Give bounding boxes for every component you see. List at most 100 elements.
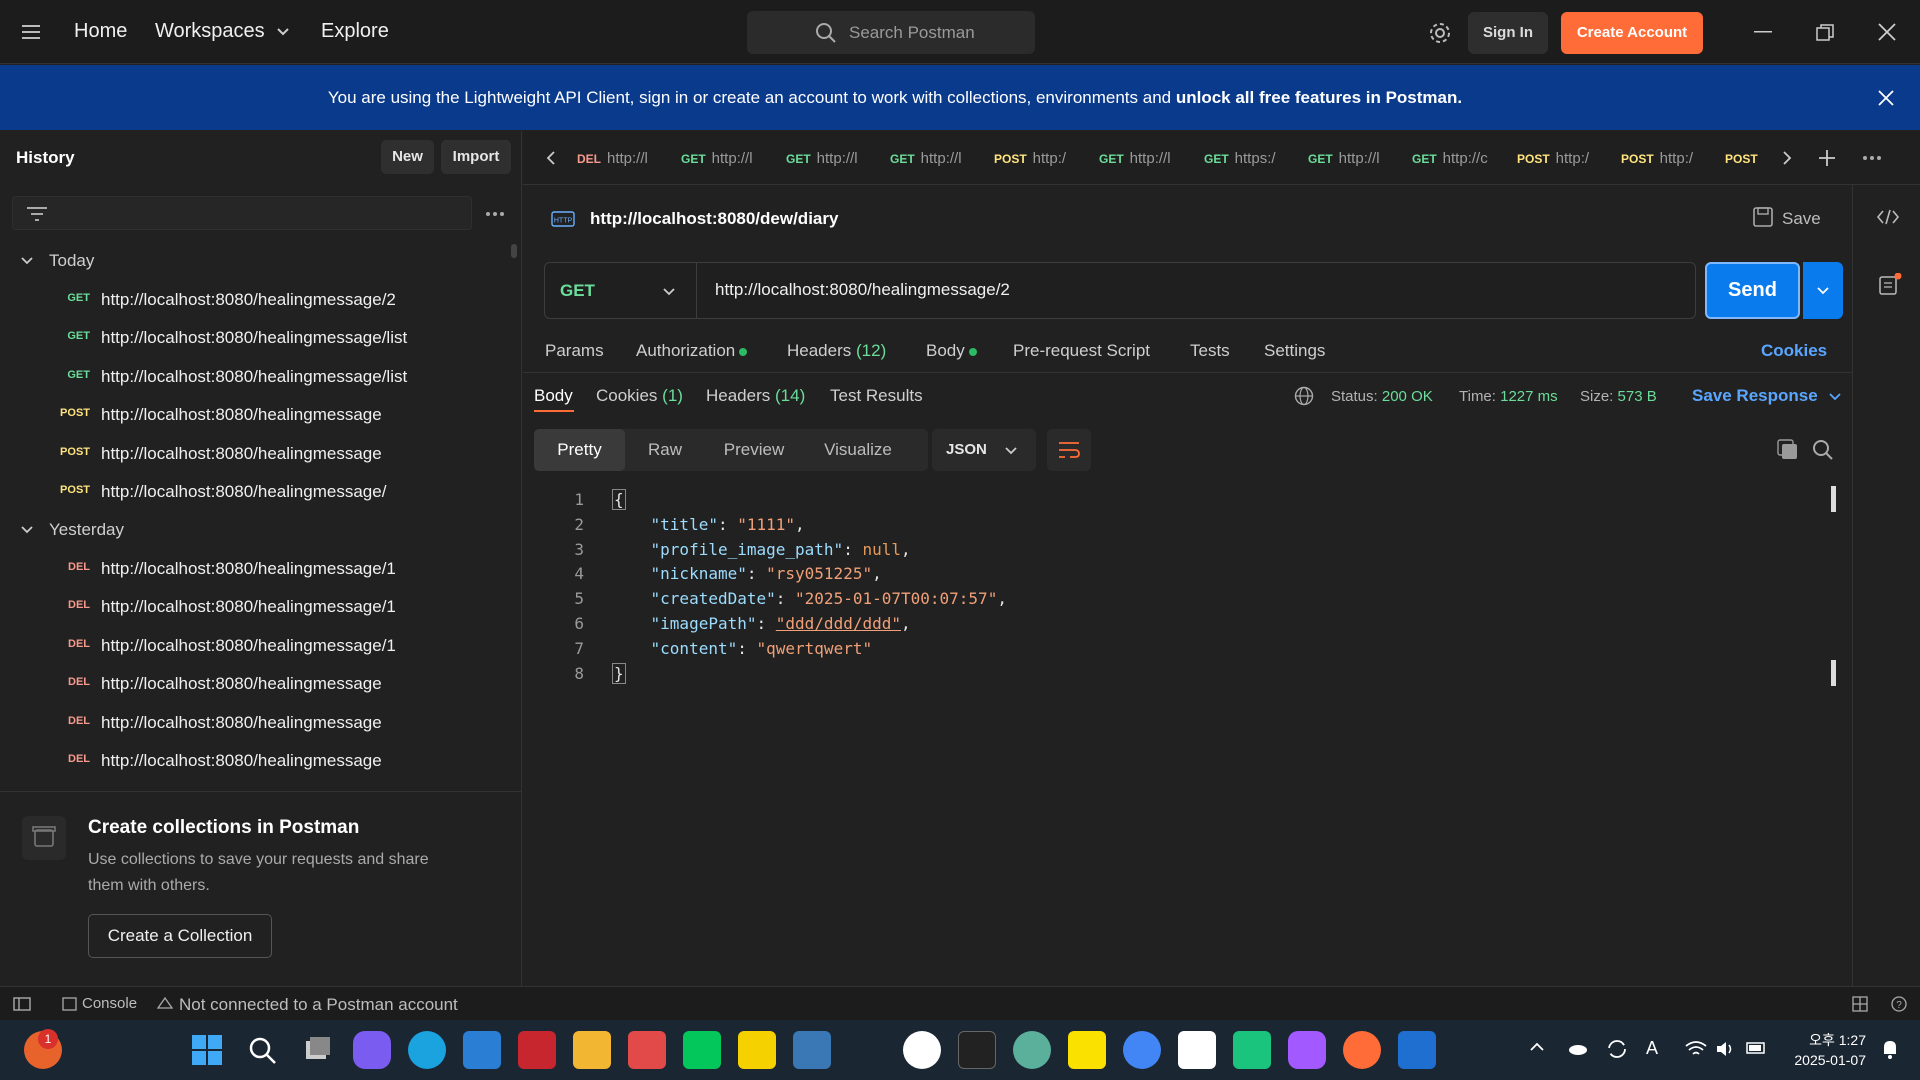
console-button[interactable]: Console <box>82 995 137 1012</box>
new-tab-plus-icon[interactable] <box>1818 149 1836 167</box>
volume-icon[interactable] <box>1715 1040 1737 1058</box>
settings-gear-icon[interactable] <box>1428 21 1452 45</box>
sticky-notes-icon[interactable] <box>738 1031 776 1069</box>
view-preview[interactable]: Preview <box>705 429 803 471</box>
request-tab[interactable]: GET http://l <box>786 150 868 167</box>
more-options-icon[interactable] <box>486 212 504 216</box>
request-tab[interactable]: GET http://l <box>1099 150 1181 167</box>
chevron-right-icon[interactable] <box>1782 151 1792 165</box>
url-input[interactable]: http://localhost:8080/healingmessage/2 <box>715 280 1010 300</box>
notification-bell-icon[interactable] <box>1880 1038 1900 1060</box>
send-options-button[interactable] <box>1803 262 1843 319</box>
request-tab[interactable]: DEL http://l <box>577 150 659 167</box>
save-icon[interactable] <box>1752 206 1774 228</box>
request-tab[interactable]: POST http:/ <box>1517 150 1599 167</box>
naver-icon[interactable] <box>683 1031 721 1069</box>
json-line[interactable]: "createdDate": "2025-01-07T00:07:57", <box>612 589 1007 608</box>
history-item[interactable]: POST http://localhost:8080/healingmessage… <box>0 473 510 511</box>
request-tab[interactable]: GET http://c <box>1412 150 1494 167</box>
request-tab[interactable]: GET http://l <box>1308 150 1390 167</box>
save-response-button[interactable]: Save Response <box>1692 386 1842 406</box>
json-line[interactable]: "content": "qwertqwert" <box>612 639 873 658</box>
chatgpt-icon[interactable] <box>1013 1031 1051 1069</box>
json-line[interactable]: "profile_image_path": null, <box>612 540 911 559</box>
method-select[interactable]: GET <box>545 263 697 318</box>
response-status[interactable]: Status: 200 OK <box>1331 388 1433 405</box>
save-button[interactable]: Save <box>1782 209 1821 229</box>
tray-chevron-up-icon[interactable] <box>1529 1042 1545 1052</box>
view-pretty[interactable]: Pretty <box>534 429 625 471</box>
response-tab-cookies[interactable]: Cookies (1) <box>596 386 683 406</box>
globe-icon[interactable] <box>1294 386 1314 406</box>
request-tab[interactable]: POST http:/ <box>1621 150 1703 167</box>
minimize-icon[interactable] <box>1754 31 1772 33</box>
search-icon[interactable] <box>243 1031 281 1069</box>
response-time[interactable]: Time: 1227 ms <box>1459 388 1558 405</box>
store-icon[interactable] <box>463 1031 501 1069</box>
chrome-icon[interactable] <box>1123 1031 1161 1069</box>
menu-icon[interactable] <box>22 24 42 40</box>
restore-icon[interactable] <box>1816 24 1834 42</box>
chevron-left-icon[interactable] <box>546 151 556 165</box>
notion-icon[interactable] <box>1178 1031 1216 1069</box>
google-icon[interactable] <box>903 1031 941 1069</box>
history-item[interactable]: DEL http://localhost:8080/healingmessage/… <box>0 550 510 588</box>
request-tab[interactable]: GET https:/ <box>1204 150 1286 167</box>
tab-tests[interactable]: Tests <box>1190 341 1230 361</box>
request-tab[interactable]: POST <box>1725 150 1765 167</box>
request-tab[interactable]: GET http://l <box>681 150 763 167</box>
tab-options-icon[interactable] <box>1863 156 1881 160</box>
start-icon[interactable] <box>188 1031 226 1069</box>
request-tab[interactable]: GET http://l <box>890 150 972 167</box>
history-item[interactable]: DEL http://localhost:8080/healingmessage/… <box>0 627 510 665</box>
share-app-icon[interactable] <box>1398 1031 1436 1069</box>
json-line[interactable]: "nickname": "rsy051225", <box>612 564 882 583</box>
copilot-icon[interactable] <box>353 1031 391 1069</box>
sidebar-scrollbar[interactable] <box>511 244 517 258</box>
sign-in-button[interactable]: Sign In <box>1468 12 1548 54</box>
json-line[interactable]: "imagePath": "ddd/ddd/ddd", <box>612 614 911 633</box>
history-group-yesterday[interactable]: Yesterday <box>49 520 124 540</box>
view-raw[interactable]: Raw <box>625 429 705 471</box>
tab-settings[interactable]: Settings <box>1264 341 1325 361</box>
history-filter-input[interactable] <box>12 196 472 230</box>
help-icon[interactable]: ? <box>1891 996 1907 1012</box>
copy-icon[interactable] <box>1777 439 1799 461</box>
app-icon[interactable] <box>518 1031 556 1069</box>
request-title[interactable]: http://localhost:8080/dew/diary <box>590 209 838 229</box>
sync-icon[interactable] <box>1606 1038 1628 1060</box>
kakaotalk-icon[interactable] <box>1068 1031 1106 1069</box>
file-explorer-icon[interactable] <box>573 1031 611 1069</box>
banner-close-icon[interactable] <box>1878 90 1894 106</box>
python-icon[interactable] <box>793 1031 831 1069</box>
json-value[interactable]: "ddd/ddd/ddd" <box>776 614 901 633</box>
history-item[interactable]: POST http://localhost:8080/healingmessage <box>0 396 510 434</box>
code-snippet-icon[interactable] <box>1876 209 1900 225</box>
response-size[interactable]: Size: 573 B <box>1580 388 1657 405</box>
terminal-icon[interactable] <box>958 1031 996 1069</box>
response-tab-body[interactable]: Body <box>534 386 573 406</box>
view-visualize[interactable]: Visualize <box>803 429 913 471</box>
sidebar-toggle-icon[interactable] <box>13 997 31 1011</box>
nav-workspaces[interactable]: Workspaces <box>155 20 290 43</box>
history-group-today[interactable]: Today <box>49 251 94 271</box>
send-button[interactable]: Send <box>1705 262 1800 319</box>
chevron-down-icon[interactable] <box>20 256 34 266</box>
nav-home[interactable]: Home <box>74 20 127 43</box>
onedrive-icon[interactable] <box>1567 1039 1589 1057</box>
figma-icon[interactable] <box>1288 1031 1326 1069</box>
tab-body[interactable]: Body <box>926 341 977 361</box>
create-account-button[interactable]: Create Account <box>1561 12 1703 54</box>
cookies-link[interactable]: Cookies <box>1761 341 1827 361</box>
nav-explore[interactable]: Explore <box>321 20 389 43</box>
search-input[interactable]: Search Postman <box>747 11 1035 54</box>
wrap-lines-button[interactable] <box>1047 429 1091 471</box>
history-item[interactable]: GET http://localhost:8080/healingmessage/… <box>0 319 510 357</box>
tab-headers[interactable]: Headers (12) <box>787 341 886 361</box>
new-button[interactable]: New <box>381 140 434 174</box>
tab-params[interactable]: Params <box>545 341 604 361</box>
response-tab-test-results[interactable]: Test Results <box>830 386 923 406</box>
request-tab[interactable]: POST http:/ <box>994 150 1076 167</box>
history-item[interactable]: GET http://localhost:8080/healingmessage/… <box>0 281 510 319</box>
battery-icon[interactable] <box>1746 1041 1768 1055</box>
